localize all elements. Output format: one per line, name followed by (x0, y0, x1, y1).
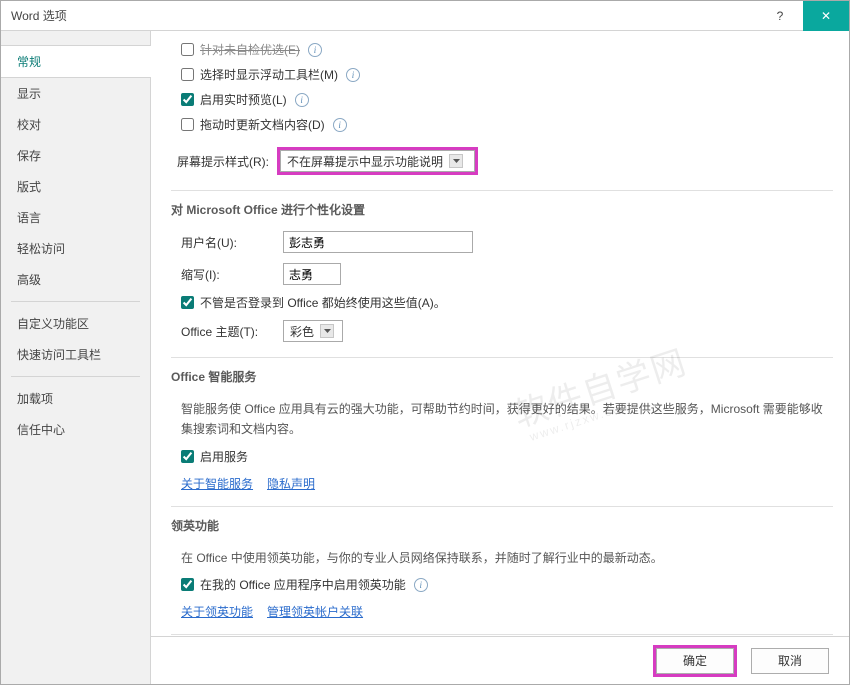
always-use-checkbox[interactable] (181, 296, 194, 309)
sidebar-item-display[interactable]: 显示 (1, 78, 150, 109)
sidebar-item-advanced[interactable]: 高级 (1, 264, 150, 295)
linkedin-desc: 在 Office 中使用领英功能，与你的专业人员网络保持联系，并随时了解行业中的… (171, 542, 833, 572)
truncated-option: 针对未自检优选(E) i (171, 39, 833, 62)
about-linkedin-link[interactable]: 关于领英功能 (181, 603, 253, 620)
help-button[interactable]: ? (757, 1, 803, 31)
info-icon[interactable]: i (333, 118, 347, 132)
sidebar-item-layout[interactable]: 版式 (1, 171, 150, 202)
sidebar-item-quick-access-toolbar[interactable]: 快速访问工具栏 (1, 339, 150, 370)
close-button[interactable]: ✕ (803, 1, 849, 31)
sidebar-item-ease-of-access[interactable]: 轻松访问 (1, 233, 150, 264)
live-preview-checkbox[interactable] (181, 93, 194, 106)
sidebar-item-addins[interactable]: 加载项 (1, 383, 150, 414)
sidebar-separator (11, 301, 140, 302)
section-linkedin: 领英功能 (171, 506, 833, 542)
section-startup: 启动选项 (171, 634, 833, 636)
linkedin-links: 关于领英功能 管理领英帐户关联 (171, 597, 833, 624)
truncated-checkbox[interactable] (181, 43, 194, 56)
intelligent-links: 关于智能服务 隐私声明 (171, 469, 833, 496)
mini-toolbar-label: 选择时显示浮动工具栏(M) (200, 66, 338, 83)
username-input[interactable] (283, 231, 473, 253)
theme-row: Office 主题(T): 彩色 (171, 315, 833, 347)
option-live-preview: 启用实时预览(L) i (171, 87, 833, 112)
sidebar: 常规 显示 校对 保存 版式 语言 轻松访问 高级 自定义功能区 快速访问工具栏… (1, 31, 151, 684)
linkedin-enable-row: 在我的 Office 应用程序中启用领英功能 i (171, 572, 833, 597)
info-icon[interactable]: i (308, 43, 322, 57)
dialog-button-row: 确定 取消 (151, 636, 849, 684)
word-options-dialog: Word 选项 ? ✕ 常规 显示 校对 保存 版式 语言 轻松访问 高级 自定… (0, 0, 850, 685)
truncated-label: 针对未自检优选(E) (200, 41, 300, 58)
initials-input[interactable] (283, 263, 341, 285)
cancel-button[interactable]: 取消 (751, 648, 829, 674)
screentip-value: 不在屏幕提示中显示功能说明 (287, 153, 443, 170)
theme-label: Office 主题(T): (181, 323, 275, 340)
intelligent-enable-checkbox[interactable] (181, 450, 194, 463)
sidebar-item-proofing[interactable]: 校对 (1, 109, 150, 140)
dialog-title: Word 选项 (11, 7, 757, 24)
main-row: 常规 显示 校对 保存 版式 语言 轻松访问 高级 自定义功能区 快速访问工具栏… (1, 31, 849, 684)
screentip-highlight: 不在屏幕提示中显示功能说明 (277, 147, 478, 175)
drag-update-checkbox[interactable] (181, 118, 194, 131)
theme-dropdown[interactable]: 彩色 (283, 320, 343, 342)
ok-highlight: 确定 (653, 645, 737, 677)
intelligent-enable-row: 启用服务 (171, 444, 833, 469)
initials-label: 缩写(I): (181, 266, 275, 283)
theme-value: 彩色 (290, 323, 314, 340)
drag-update-label: 拖动时更新文档内容(D) (200, 116, 325, 133)
chevron-down-icon (449, 154, 463, 168)
privacy-link[interactable]: 隐私声明 (267, 475, 315, 492)
manage-linkedin-link[interactable]: 管理领英帐户关联 (267, 603, 363, 620)
screentip-row: 屏幕提示样式(R): 不在屏幕提示中显示功能说明 (171, 137, 833, 180)
section-personalize: 对 Microsoft Office 进行个性化设置 (171, 190, 833, 226)
screentip-dropdown[interactable]: 不在屏幕提示中显示功能说明 (280, 150, 475, 172)
mini-toolbar-checkbox[interactable] (181, 68, 194, 81)
option-mini-toolbar: 选择时显示浮动工具栏(M) i (171, 62, 833, 87)
sidebar-item-general[interactable]: 常规 (1, 45, 151, 78)
username-label: 用户名(U): (181, 234, 275, 251)
sidebar-separator (11, 376, 140, 377)
section-intelligent: Office 智能服务 (171, 357, 833, 393)
sidebar-item-customize-ribbon[interactable]: 自定义功能区 (1, 308, 150, 339)
sidebar-item-save[interactable]: 保存 (1, 140, 150, 171)
sidebar-item-language[interactable]: 语言 (1, 202, 150, 233)
intelligent-desc: 智能服务使 Office 应用具有云的强大功能，可帮助节约时间，获得更好的结果。… (171, 393, 833, 444)
about-intelligent-link[interactable]: 关于智能服务 (181, 475, 253, 492)
linkedin-enable-checkbox[interactable] (181, 578, 194, 591)
initials-row: 缩写(I): (171, 258, 833, 290)
sidebar-item-trust-center[interactable]: 信任中心 (1, 414, 150, 445)
info-icon[interactable]: i (295, 93, 309, 107)
info-icon[interactable]: i (346, 68, 360, 82)
screentip-label: 屏幕提示样式(R): (177, 153, 269, 170)
always-use-row: 不管是否登录到 Office 都始终使用这些值(A)。 (171, 290, 833, 315)
intelligent-enable-label: 启用服务 (200, 448, 248, 465)
titlebar: Word 选项 ? ✕ (1, 1, 849, 31)
username-row: 用户名(U): (171, 226, 833, 258)
scroll-area[interactable]: 软件自学网 www.rjzxw.com 针对未自检优选(E) i 选择时显示浮动… (151, 31, 849, 636)
always-use-label: 不管是否登录到 Office 都始终使用这些值(A)。 (200, 294, 446, 311)
content-area: 软件自学网 www.rjzxw.com 针对未自检优选(E) i 选择时显示浮动… (151, 31, 849, 684)
live-preview-label: 启用实时预览(L) (200, 91, 287, 108)
chevron-down-icon (320, 324, 334, 338)
linkedin-enable-label: 在我的 Office 应用程序中启用领英功能 (200, 576, 406, 593)
ok-button[interactable]: 确定 (656, 648, 734, 674)
info-icon[interactable]: i (414, 578, 428, 592)
option-drag-update: 拖动时更新文档内容(D) i (171, 112, 833, 137)
